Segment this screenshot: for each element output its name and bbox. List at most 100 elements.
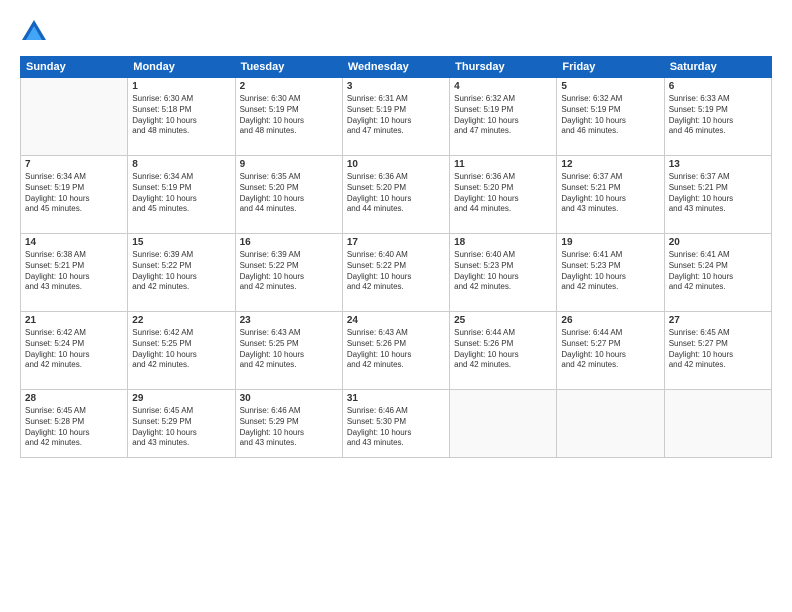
day-number: 10	[347, 159, 445, 170]
logo	[20, 18, 52, 46]
day-info: Sunrise: 6:46 AM Sunset: 5:29 PM Dayligh…	[240, 406, 338, 449]
day-info: Sunrise: 6:37 AM Sunset: 5:21 PM Dayligh…	[561, 172, 659, 215]
calendar-body: 1Sunrise: 6:30 AM Sunset: 5:18 PM Daylig…	[21, 78, 772, 458]
day-info: Sunrise: 6:32 AM Sunset: 5:19 PM Dayligh…	[454, 94, 552, 137]
day-cell: 2 Sunrise: 6:30 AM Sunset: 5:19 PM Daylig…	[235, 78, 342, 156]
day-cell: 22 Sunrise: 6:42 AM Sunset: 5:25 PM Dayli…	[128, 312, 235, 390]
day-info: Sunrise: 6:44 AM Sunset: 5:26 PM Dayligh…	[454, 328, 552, 371]
day-number: 25	[454, 315, 552, 326]
day-cell: 11 Sunrise: 6:36 AM Sunset: 5:20 PM Dayli…	[450, 156, 557, 234]
day-info: Sunrise: 6:34 AM Sunset: 5:19 PM Dayligh…	[25, 172, 123, 215]
header-cell-friday: Friday	[557, 57, 664, 78]
day-info: Sunrise: 6:41 AM Sunset: 5:24 PM Dayligh…	[669, 250, 767, 293]
day-info: Sunrise: 6:37 AM Sunset: 5:21 PM Dayligh…	[669, 172, 767, 215]
day-number: 7	[25, 159, 123, 170]
week-row-1: 7 Sunrise: 6:34 AM Sunset: 5:19 PM Daylig…	[21, 156, 772, 234]
day-number: 23	[240, 315, 338, 326]
day-number: 22	[132, 315, 230, 326]
day-info: Sunrise: 6:36 AM Sunset: 5:20 PM Dayligh…	[454, 172, 552, 215]
calendar-header: SundayMondayTuesdayWednesdayThursdayFrid…	[21, 57, 772, 78]
day-number: 9	[240, 159, 338, 170]
day-cell: 7 Sunrise: 6:34 AM Sunset: 5:19 PM Daylig…	[21, 156, 128, 234]
day-cell	[557, 390, 664, 458]
calendar-table: SundayMondayTuesdayWednesdayThursdayFrid…	[20, 56, 772, 458]
day-number: 11	[454, 159, 552, 170]
day-info: Sunrise: 6:35 AM Sunset: 5:20 PM Dayligh…	[240, 172, 338, 215]
day-number: 27	[669, 315, 767, 326]
day-info: Sunrise: 6:40 AM Sunset: 5:23 PM Dayligh…	[454, 250, 552, 293]
day-number: 26	[561, 315, 659, 326]
day-cell: 4 Sunrise: 6:32 AM Sunset: 5:19 PM Daylig…	[450, 78, 557, 156]
day-number: 14	[25, 237, 123, 248]
day-cell: 19Sunrise: 6:41 AM Sunset: 5:23 PM Dayli…	[557, 234, 664, 312]
day-cell: 18 Sunrise: 6:40 AM Sunset: 5:23 PM Dayli…	[450, 234, 557, 312]
day-cell: 8Sunrise: 6:34 AM Sunset: 5:19 PM Daylig…	[128, 156, 235, 234]
day-info: Sunrise: 6:42 AM Sunset: 5:25 PM Dayligh…	[132, 328, 230, 371]
day-info: Sunrise: 6:30 AM Sunset: 5:19 PM Dayligh…	[240, 94, 338, 137]
day-number: 24	[347, 315, 445, 326]
day-cell: 29Sunrise: 6:45 AM Sunset: 5:29 PM Dayli…	[128, 390, 235, 458]
day-number: 16	[240, 237, 338, 248]
week-row-3: 21Sunrise: 6:42 AM Sunset: 5:24 PM Dayli…	[21, 312, 772, 390]
day-info: Sunrise: 6:41 AM Sunset: 5:23 PM Dayligh…	[561, 250, 659, 293]
day-number: 31	[347, 393, 445, 404]
header-cell-wednesday: Wednesday	[342, 57, 449, 78]
day-number: 21	[25, 315, 123, 326]
day-number: 17	[347, 237, 445, 248]
day-cell: 10 Sunrise: 6:36 AM Sunset: 5:20 PM Dayli…	[342, 156, 449, 234]
day-cell: 12 Sunrise: 6:37 AM Sunset: 5:21 PM Dayli…	[557, 156, 664, 234]
day-cell: 14 Sunrise: 6:38 AM Sunset: 5:21 PM Dayli…	[21, 234, 128, 312]
logo-icon	[20, 18, 48, 46]
week-row-2: 14 Sunrise: 6:38 AM Sunset: 5:21 PM Dayli…	[21, 234, 772, 312]
day-info: Sunrise: 6:32 AM Sunset: 5:19 PM Dayligh…	[561, 94, 659, 137]
header	[20, 18, 772, 46]
day-info: Sunrise: 6:34 AM Sunset: 5:19 PM Dayligh…	[132, 172, 230, 215]
day-cell: 25 Sunrise: 6:44 AM Sunset: 5:26 PM Dayli…	[450, 312, 557, 390]
week-row-4: 28 Sunrise: 6:45 AM Sunset: 5:28 PM Dayli…	[21, 390, 772, 458]
day-info: Sunrise: 6:45 AM Sunset: 5:27 PM Dayligh…	[669, 328, 767, 371]
day-cell: 23Sunrise: 6:43 AM Sunset: 5:25 PM Dayli…	[235, 312, 342, 390]
day-cell: 13 Sunrise: 6:37 AM Sunset: 5:21 PM Dayli…	[664, 156, 771, 234]
day-info: Sunrise: 6:39 AM Sunset: 5:22 PM Dayligh…	[132, 250, 230, 293]
day-number: 28	[25, 393, 123, 404]
day-info: Sunrise: 6:36 AM Sunset: 5:20 PM Dayligh…	[347, 172, 445, 215]
header-cell-tuesday: Tuesday	[235, 57, 342, 78]
day-info: Sunrise: 6:31 AM Sunset: 5:19 PM Dayligh…	[347, 94, 445, 137]
day-cell: 27 Sunrise: 6:45 AM Sunset: 5:27 PM Dayli…	[664, 312, 771, 390]
day-number: 5	[561, 81, 659, 92]
day-cell: 17 Sunrise: 6:40 AM Sunset: 5:22 PM Dayli…	[342, 234, 449, 312]
day-cell	[664, 390, 771, 458]
day-info: Sunrise: 6:40 AM Sunset: 5:22 PM Dayligh…	[347, 250, 445, 293]
day-info: Sunrise: 6:30 AM Sunset: 5:18 PM Dayligh…	[132, 94, 230, 137]
header-cell-saturday: Saturday	[664, 57, 771, 78]
day-number: 13	[669, 159, 767, 170]
day-number: 2	[240, 81, 338, 92]
day-number: 15	[132, 237, 230, 248]
day-cell: 28 Sunrise: 6:45 AM Sunset: 5:28 PM Dayli…	[21, 390, 128, 458]
day-cell: 30Sunrise: 6:46 AM Sunset: 5:29 PM Dayli…	[235, 390, 342, 458]
header-cell-monday: Monday	[128, 57, 235, 78]
day-info: Sunrise: 6:39 AM Sunset: 5:22 PM Dayligh…	[240, 250, 338, 293]
day-info: Sunrise: 6:43 AM Sunset: 5:26 PM Dayligh…	[347, 328, 445, 371]
day-cell: 9 Sunrise: 6:35 AM Sunset: 5:20 PM Daylig…	[235, 156, 342, 234]
header-row: SundayMondayTuesdayWednesdayThursdayFrid…	[21, 57, 772, 78]
day-info: Sunrise: 6:44 AM Sunset: 5:27 PM Dayligh…	[561, 328, 659, 371]
day-cell: 16 Sunrise: 6:39 AM Sunset: 5:22 PM Dayli…	[235, 234, 342, 312]
day-cell	[21, 78, 128, 156]
day-info: Sunrise: 6:45 AM Sunset: 5:28 PM Dayligh…	[25, 406, 123, 449]
day-number: 4	[454, 81, 552, 92]
day-cell: 20Sunrise: 6:41 AM Sunset: 5:24 PM Dayli…	[664, 234, 771, 312]
day-info: Sunrise: 6:38 AM Sunset: 5:21 PM Dayligh…	[25, 250, 123, 293]
page: SundayMondayTuesdayWednesdayThursdayFrid…	[0, 0, 792, 612]
day-cell: 6Sunrise: 6:33 AM Sunset: 5:19 PM Daylig…	[664, 78, 771, 156]
day-cell: 31Sunrise: 6:46 AM Sunset: 5:30 PM Dayli…	[342, 390, 449, 458]
week-row-0: 1Sunrise: 6:30 AM Sunset: 5:18 PM Daylig…	[21, 78, 772, 156]
day-number: 29	[132, 393, 230, 404]
header-cell-thursday: Thursday	[450, 57, 557, 78]
day-cell: 24 Sunrise: 6:43 AM Sunset: 5:26 PM Dayli…	[342, 312, 449, 390]
day-cell: 3Sunrise: 6:31 AM Sunset: 5:19 PM Daylig…	[342, 78, 449, 156]
day-number: 12	[561, 159, 659, 170]
day-cell: 5 Sunrise: 6:32 AM Sunset: 5:19 PM Daylig…	[557, 78, 664, 156]
day-cell: 15 Sunrise: 6:39 AM Sunset: 5:22 PM Dayli…	[128, 234, 235, 312]
day-number: 18	[454, 237, 552, 248]
